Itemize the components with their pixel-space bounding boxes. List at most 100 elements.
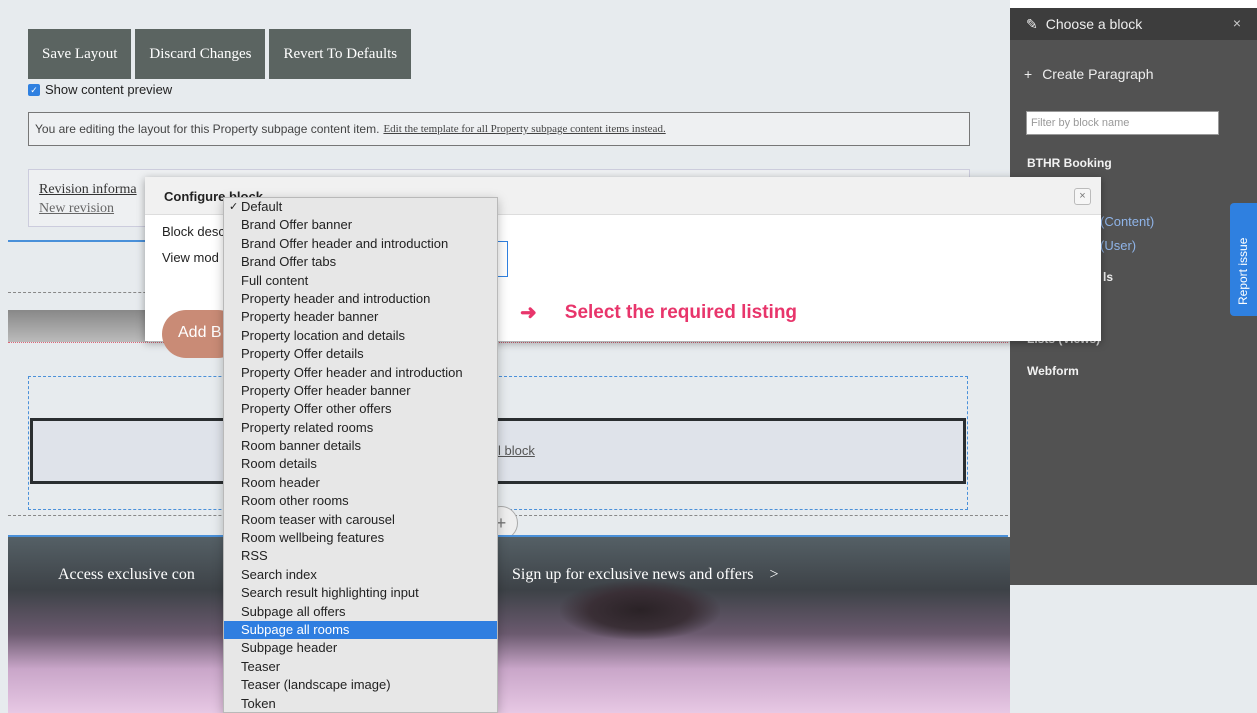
sidebar-title: Choose a block [1045, 16, 1143, 32]
dropdown-option-label: Search index [241, 566, 317, 582]
dropdown-option-label: Teaser (landscape image) [241, 677, 391, 693]
region-outline [8, 342, 1008, 343]
dropdown-option-label: Room other rooms [241, 493, 349, 509]
dropdown-option[interactable]: ✓ Default [224, 198, 497, 216]
dropdown-option[interactable]: Room banner details [224, 437, 497, 455]
save-layout-button[interactable]: Save Layout [28, 29, 132, 79]
layout-toolbar: Save Layout Discard Changes Revert To De… [28, 29, 412, 79]
dropdown-option[interactable]: Search result highlighting input [224, 584, 497, 602]
dropdown-option[interactable]: Room wellbeing features [224, 529, 497, 547]
checkmark-icon: ✓ [229, 201, 239, 213]
category-bthr-booking[interactable]: BTHR Booking [1027, 156, 1112, 170]
dropdown-option[interactable]: RSS [224, 547, 497, 565]
plus-icon: + [1024, 66, 1033, 82]
report-issue-tab[interactable]: Report issue [1230, 203, 1257, 316]
dropdown-option[interactable]: Brand Offer banner [224, 216, 497, 234]
dropdown-option-label: Property header and introduction [241, 290, 431, 306]
dropdown-option-label: Room banner details [241, 438, 361, 454]
dropdown-option-label: Brand Offer banner [241, 217, 353, 233]
dropdown-option[interactable]: Property location and details [224, 327, 497, 345]
chevron-right-icon: > [769, 566, 779, 583]
dropdown-option-label: Property location and details [241, 327, 406, 343]
dropdown-option-label: Subpage all rooms [241, 621, 350, 637]
block-description-label: Block desc [162, 224, 225, 239]
create-paragraph-label: Create Paragraph [1042, 66, 1154, 82]
revert-defaults-button[interactable]: Revert To Defaults [269, 29, 412, 79]
dropdown-option[interactable]: Teaser (landscape image) [224, 676, 497, 694]
dropdown-option-label: Property Offer other offers [241, 401, 392, 417]
newsletter-signup-link[interactable]: Sign up for exclusive news and offers > [512, 566, 778, 584]
dropdown-option[interactable]: Property Offer other offers [224, 400, 497, 418]
dropdown-option[interactable]: Subpage header [224, 639, 497, 657]
dropdown-option-label: Teaser [241, 658, 281, 674]
revision-title: Revision informa [39, 182, 137, 197]
dropdown-option[interactable]: Subpage all offers [224, 603, 497, 621]
filter-block-input[interactable]: Filter by block name [1026, 111, 1219, 135]
annotation-text: Select the required listing [564, 301, 798, 323]
dropdown-option-label: Room details [241, 456, 317, 472]
dropdown-option-label: Subpage all offers [241, 603, 346, 619]
arrow-right-icon: ➜ [520, 302, 537, 324]
hero-image-tree [560, 580, 720, 640]
dropdown-option-label: Property header banner [241, 309, 379, 325]
dropdown-option-label: Default [241, 199, 283, 214]
dropdown-option-label: Brand Offer tabs [241, 254, 337, 270]
dropdown-option[interactable]: Property Offer header banner [224, 382, 497, 400]
discard-changes-button[interactable]: Discard Changes [135, 29, 266, 79]
hero-image [8, 537, 1010, 713]
dropdown-option[interactable]: Room teaser with carousel [224, 511, 497, 529]
dropdown-option[interactable]: Subpage all rooms [224, 620, 497, 640]
close-icon[interactable]: × [1233, 15, 1241, 31]
dropdown-option-label: Brand Offer header and introduction [241, 235, 449, 251]
sidebar-item-user[interactable]: (User) [1100, 238, 1136, 253]
layout-canvas: Save Layout Discard Changes Revert To De… [0, 0, 1010, 713]
dropdown-option[interactable]: Room details [224, 455, 497, 473]
dropdown-option[interactable]: Property header and introduction [224, 290, 497, 308]
new-revision-link[interactable]: New revision [39, 201, 114, 217]
pencil-icon: ✎ [1026, 15, 1038, 32]
close-icon[interactable]: × [1074, 188, 1091, 205]
dropdown-option-label: Full content [241, 272, 309, 288]
sidebar-item-content[interactable]: (Content) [1100, 214, 1154, 229]
dropdown-option[interactable]: Room other rooms [224, 492, 497, 510]
dropdown-option[interactable]: Teaser [224, 658, 497, 676]
notice-text: You are editing the layout for this Prop… [35, 122, 380, 136]
banner-placeholder [8, 310, 148, 342]
dropdown-option-label: RSS [241, 548, 268, 564]
dropdown-option[interactable]: Full content [224, 272, 497, 290]
category-webform[interactable]: Webform [1027, 364, 1079, 378]
dropdown-option[interactable]: Property Offer header and introduction [224, 364, 497, 382]
add-block-region[interactable]: l block [30, 418, 966, 484]
view-mode-dropdown[interactable]: ✓ Default Brand Offer banner Brand Offer he… [223, 197, 498, 713]
dropdown-option[interactable]: Property Offer details [224, 345, 497, 363]
view-mode-label: View mod [162, 250, 219, 265]
show-preview-toggle[interactable]: ✓ Show content preview [28, 82, 172, 97]
dropdown-option[interactable]: Brand Offer header and introduction [224, 235, 497, 253]
dropdown-option-label: Search result highlighting input [241, 585, 419, 601]
dropdown-option[interactable]: Token [224, 695, 497, 713]
dropdown-option-label: Room wellbeing features [241, 530, 385, 546]
dropdown-option-label: Room header [241, 474, 320, 490]
dropdown-option[interactable]: Brand Offer tabs [224, 253, 497, 271]
layout-notice: You are editing the layout for this Prop… [28, 112, 970, 146]
dropdown-option[interactable]: Property header banner [224, 308, 497, 326]
dropdown-option-label: Property Offer details [241, 346, 364, 362]
dropdown-option-label: Room teaser with carousel [241, 511, 395, 527]
show-preview-label: Show content preview [45, 82, 173, 97]
dropdown-option-label: Token [241, 695, 276, 711]
dropdown-option-label: Property Offer header and introduction [241, 364, 463, 380]
dropdown-option-label: Property Offer header banner [241, 382, 411, 398]
report-issue-label: Report issue [1236, 237, 1250, 305]
dropdown-option-label: Property related rooms [241, 419, 374, 435]
checkbox-checked-icon[interactable]: ✓ [28, 83, 40, 96]
sidebar-item-partial[interactable]: ls [1103, 270, 1113, 284]
add-block-link[interactable]: l block [498, 443, 535, 458]
edit-template-link[interactable]: Edit the template for all Property subpa… [383, 123, 665, 135]
dropdown-option[interactable]: Search index [224, 566, 497, 584]
dropdown-option-label: Subpage header [241, 640, 338, 656]
annotation: ➜ Select the required listing [520, 300, 797, 325]
create-paragraph-link[interactable]: + Create Paragraph [1024, 66, 1153, 82]
sidebar-header: ✎ Choose a block × [1010, 8, 1257, 40]
dropdown-option[interactable]: Room header [224, 474, 497, 492]
dropdown-option[interactable]: Property related rooms [224, 419, 497, 437]
